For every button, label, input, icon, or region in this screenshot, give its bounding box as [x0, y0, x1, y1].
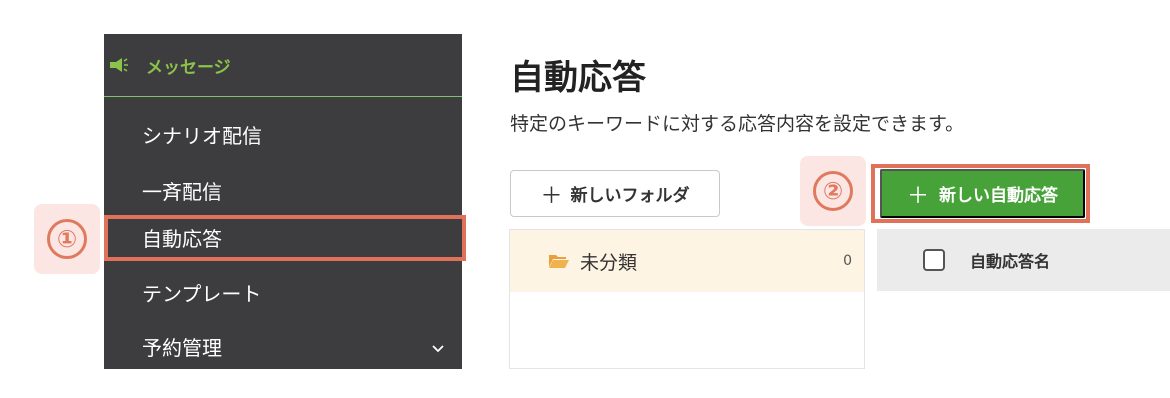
folder-item-uncategorized[interactable]: 未分類 0: [510, 230, 864, 292]
sidebar-item-label: 予約管理: [142, 335, 222, 360]
new-auto-reply-label: 新しい自動応答: [939, 186, 1058, 205]
sidebar-item-broadcast[interactable]: 一斉配信: [104, 162, 462, 218]
select-all-checkbox[interactable]: [923, 249, 945, 271]
sidebar-item-reservation[interactable]: 予約管理: [104, 320, 462, 372]
sidebar: メッセージ シナリオ配信 一斉配信 自動応答 テンプレート 予約管理: [104, 34, 462, 369]
chevron-down-icon: [432, 334, 444, 358]
sidebar-item-scenario[interactable]: シナリオ配信: [104, 106, 462, 162]
sidebar-item-auto-reply[interactable]: 自動応答: [104, 212, 462, 262]
page-root: メッセージ シナリオ配信 一斉配信 自動応答 テンプレート 予約管理 ① 自動応…: [0, 0, 1170, 398]
sidebar-item-label: 自動応答: [142, 226, 222, 251]
sidebar-section-label: メッセージ: [146, 57, 231, 78]
column-header-name: 自動応答名: [970, 252, 1051, 271]
callout-step-2: ②: [800, 156, 866, 226]
list-header: 自動応答名: [877, 229, 1170, 291]
folder-list: 未分類 0: [509, 229, 865, 369]
new-folder-label: 新しいフォルダ: [570, 186, 690, 205]
new-folder-button[interactable]: ＋ 新しいフォルダ: [510, 170, 720, 217]
plus-icon: ＋: [906, 182, 929, 208]
page-title: 自動応答: [510, 58, 646, 98]
step-number: ②: [813, 171, 853, 211]
new-auto-reply-button[interactable]: ＋ 新しい自動応答: [880, 169, 1085, 218]
folder-open-icon: [548, 253, 570, 269]
sidebar-item-label: テンプレート: [142, 281, 262, 306]
page-description: 特定のキーワードに対する応答内容を設定できます。: [510, 113, 965, 135]
step-number: ①: [47, 219, 87, 259]
folder-count: 0: [843, 253, 852, 269]
sidebar-section-messages[interactable]: メッセージ: [104, 34, 462, 97]
sidebar-item-label: シナリオ配信: [142, 123, 262, 148]
folder-name: 未分類: [580, 251, 638, 274]
sidebar-item-label: 一斉配信: [142, 179, 222, 204]
plus-icon: ＋: [540, 182, 563, 208]
callout-step-1: ①: [34, 204, 100, 274]
sidebar-item-template[interactable]: テンプレート: [104, 264, 462, 320]
megaphone-icon: [108, 55, 134, 75]
